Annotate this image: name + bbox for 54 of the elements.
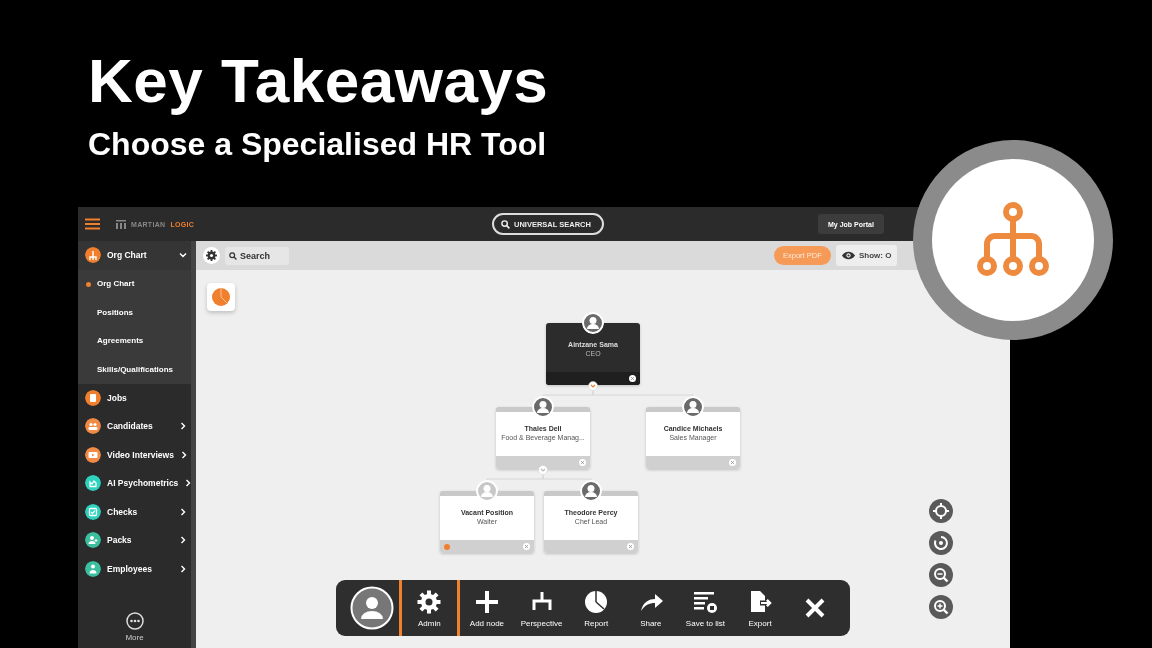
rotate-icon[interactable] [929, 531, 953, 555]
sidebar-item[interactable]: Video Interviews [78, 440, 191, 469]
show-dropdown[interactable]: Show: O [836, 245, 898, 266]
avatar-icon [476, 480, 498, 502]
sidebar-item[interactable]: AI Psychometrics [78, 469, 191, 498]
share-action-button[interactable]: Share [623, 580, 679, 636]
search-icon [229, 251, 237, 260]
search-icon [501, 219, 510, 229]
chevron-icon [179, 251, 187, 260]
sidebar-item[interactable]: Jobs [78, 383, 191, 412]
sidebar-subitem[interactable]: Skills/Qualifications [78, 355, 191, 384]
more-label: More [125, 633, 144, 642]
pie-chart-icon [211, 287, 231, 307]
chevron-icon [179, 422, 187, 431]
chevron-icon [179, 536, 187, 545]
chevron-icon [179, 450, 188, 459]
gear-action-button[interactable]: Admin [402, 580, 460, 636]
zoom-out-icon[interactable] [929, 563, 953, 587]
close-icon[interactable] [629, 375, 636, 382]
eye-icon [842, 251, 855, 260]
avatar-icon [580, 480, 602, 502]
add-action-button[interactable]: Add node [459, 580, 515, 636]
avatar-icon[interactable] [349, 586, 394, 630]
sidebar-item[interactable]: Employees [78, 554, 191, 583]
sidebar-subitem[interactable]: Positions [78, 298, 191, 327]
chevron-icon [179, 507, 187, 516]
menu-icon[interactable] [85, 218, 100, 230]
avatar-icon [682, 396, 704, 418]
sidebar-item[interactable]: Packs [78, 526, 191, 555]
gear-icon [415, 588, 444, 616]
save-action-button[interactable]: Save to list [678, 580, 733, 636]
sidebar-item[interactable]: Checks [78, 497, 191, 526]
report-button[interactable] [207, 283, 235, 311]
report-action-button[interactable]: Report [568, 580, 624, 636]
status-dot-icon [444, 543, 450, 550]
zoom-in-icon[interactable] [929, 595, 953, 619]
slide-subtitle: Choose a Specialised HR Tool [88, 126, 547, 163]
perspective-action-button[interactable]: Perspective [514, 580, 569, 636]
logo-icon [116, 219, 126, 229]
sidebar-subitem[interactable]: Agreements [78, 326, 191, 355]
search-field[interactable]: Search [225, 246, 289, 265]
collapse-toggle-icon[interactable] [538, 465, 548, 475]
recenter-icon[interactable] [929, 499, 953, 523]
export-action-button[interactable]: Export [732, 580, 788, 636]
sidebar-subitem[interactable]: Org Chart [78, 269, 191, 298]
collapse-toggle-icon[interactable] [588, 381, 598, 391]
more-icon[interactable] [125, 612, 144, 630]
sidebar-item[interactable]: Org Chart [78, 241, 191, 270]
sidebar-item[interactable]: Candidates [78, 412, 191, 441]
chevron-icon [184, 479, 193, 488]
chevron-icon [179, 564, 187, 573]
avatar-icon [532, 396, 554, 418]
avatar-icon [582, 312, 604, 334]
settings-icon[interactable] [203, 247, 220, 264]
